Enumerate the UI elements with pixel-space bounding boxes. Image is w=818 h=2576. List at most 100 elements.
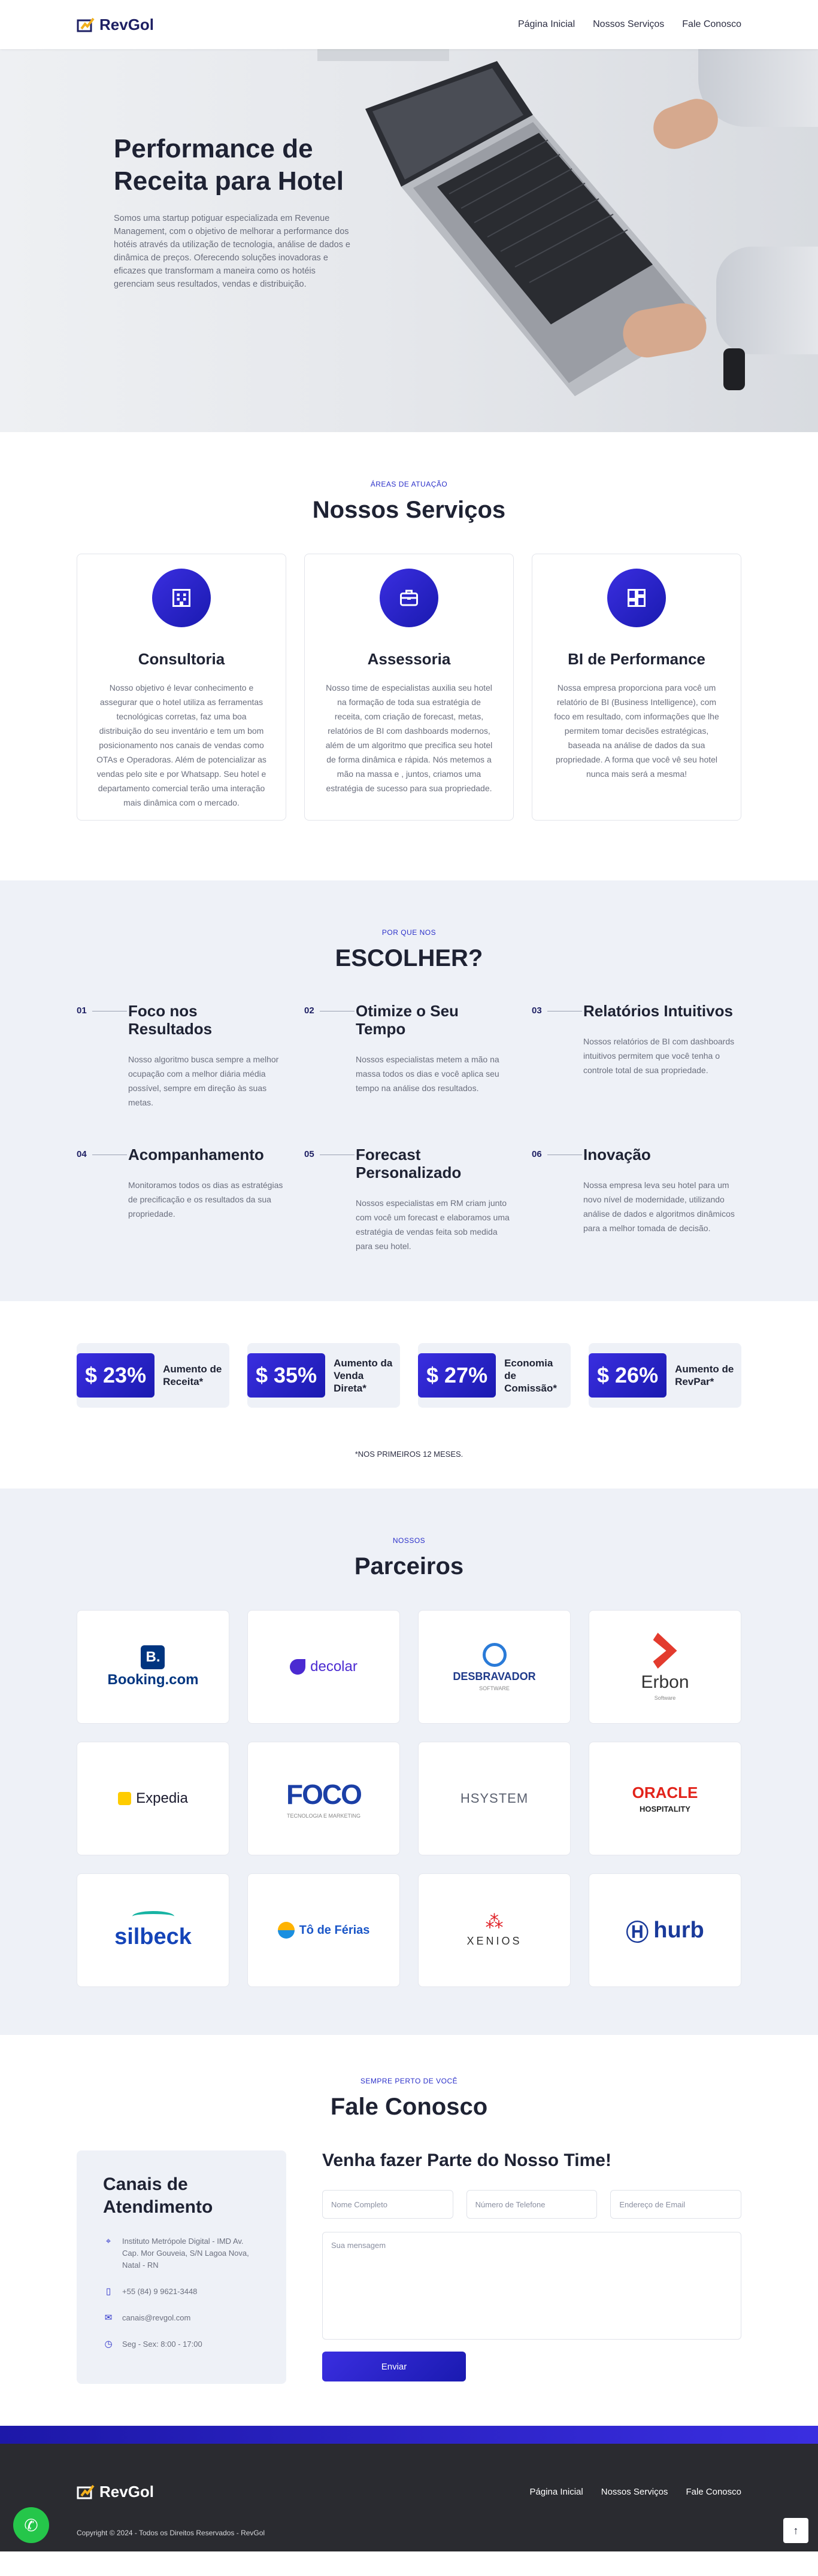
stats-section: $ 23% Aumento de Receita* $ 35% Aumento da… [0,1301,818,1489]
stat-label: Aumento de Receita* [163,1363,222,1387]
building-icon [152,569,211,627]
partner-name: HSYSTEM [460,1791,529,1806]
partner-name: XENIOS [466,1934,522,1947]
contact-channels: Canais de Atendimento ⌖ Instituto Metrópo… [77,2150,286,2384]
stat-card: $ 26% Aumento de RevPar* [589,1343,741,1408]
brand-logo[interactable]: RevGol [77,16,154,34]
partner-oracle[interactable]: ORACLE HOSPITALITY [589,1742,741,1855]
feature-text: Nossa empresa leva seu hotel para um nov… [583,1180,735,1233]
feature-title: Foco nos Resultados [128,1002,213,1038]
message-field[interactable]: Sua mensagem [322,2232,741,2340]
partner-foco[interactable]: FOCO TECNOLOGIA E MARKETING [247,1742,400,1855]
contact-eyebrow: SEMPRE PERTO DE VOCÊ [360,2077,458,2085]
footer-nav-home[interactable]: Página Inicial [530,2487,583,2497]
contact-title: Fale Conosco [330,2094,488,2120]
feature-number: 03 [532,1002,582,1110]
partners-section: NOSSOS Parceiros B. Booking.com decolar … [0,1489,818,2035]
why-section: POR QUE NOS ESCOLHER? 01 Foco nos Result… [0,880,818,1301]
partner-erbon[interactable]: Erbon Software [589,1610,741,1724]
service-text: Nossa empresa proporciona para você um r… [554,683,719,779]
logo-icon [77,17,95,32]
partner-hurb[interactable]: Ⓗ hurb [589,1873,741,1987]
stat-value: $ 35% [247,1353,326,1398]
partners-title: Parceiros [354,1553,464,1579]
hours-text: Seg - Sex: 8:00 - 17:00 [122,2340,202,2349]
contact-form: Venha fazer Parte do Nosso Time! Nome Co… [322,2150,741,2384]
stat-label: Aumento de RevPar* [675,1363,734,1387]
hurb-icon: Ⓗ [626,1920,649,1946]
address-text: Instituto Metrópole Digital - IMD Av. Ca… [122,2237,249,2270]
expedia-icon [118,1792,132,1805]
partner-decolar[interactable]: decolar [247,1610,400,1724]
partner-name: Expedia [136,1790,188,1806]
partner-expedia[interactable]: Expedia [77,1742,229,1855]
email-field[interactable]: Endereço de Email [610,2190,741,2219]
partner-todeferias[interactable]: Tô de Férias [247,1873,400,1987]
phone-text: +55 (84) 9 9621-3448 [122,2287,198,2296]
email-item[interactable]: ✉ canais@revgol.com [103,2312,260,2324]
partner-sub: TECNOLOGIA E MARKETING [286,1813,361,1819]
feature-text: Nossos especialistas metem a mão na mass… [356,1055,499,1093]
feature-title: Otimize o Seu Tempo [356,1002,459,1038]
stat-card: $ 35% Aumento da Venda Direta* [247,1343,400,1408]
feature-item: 04 Acompanhamento Monitoramos todos os di… [77,1146,286,1253]
partner-name: ORACLE [632,1784,698,1802]
phone-icon: ▯ [105,2286,111,2296]
arrow-up-icon: ↑ [793,2524,799,2536]
stat-value: $ 23% [77,1353,155,1398]
brand-name: RevGol [99,15,154,34]
hero-text: Somos uma startup potiguar especializada… [114,214,350,289]
services-section: ÁREAS DE ATUAÇÃO Nossos Serviços Consult… [0,432,818,880]
partner-xenios[interactable]: ⁂ XENIOS [418,1873,571,1987]
feature-title: Forecast Personalizado [356,1146,462,1181]
decolar-icon [290,1659,306,1675]
name-field[interactable]: Nome Completo [322,2190,453,2219]
feature-title: Inovação [583,1146,651,1164]
feature-number: 04 [77,1146,127,1253]
whatsapp-icon[interactable]: ✆ [13,2507,49,2543]
partner-hsystem[interactable]: HSYSTEM [418,1742,571,1855]
hero-title: Performance de Receita para Hotel [114,134,344,196]
feature-text: Nossos relatórios de BI com dashboards i… [583,1037,735,1075]
why-title: ESCOLHER? [335,945,483,971]
stat-card: $ 27% Economia de Comissão* [418,1343,571,1408]
partner-sub: SOFTWARE [479,1685,510,1691]
service-card-consultoria: Consultoria Nosso objetivo é levar conhe… [77,554,286,821]
partner-name: FOCO [286,1779,362,1810]
contact-section: SEMPRE PERTO DE VOCÊ Fale Conosco Canais… [0,2035,818,2426]
nav-services[interactable]: Nossos Serviços [593,19,664,30]
feature-item: 06 Inovação Nossa empresa leva seu hotel … [532,1146,741,1253]
feature-item: 03 Relatórios Intuitivos Nossos relatório… [532,1002,741,1110]
service-card-assessoria: Assessoria Nosso time de especialistas a… [304,554,514,821]
feature-number: 05 [304,1146,355,1253]
partners-eyebrow: NOSSOS [392,1536,426,1545]
why-eyebrow: POR QUE NOS [381,928,437,937]
briefcase-icon [380,569,438,627]
back-to-top-button[interactable]: ↑ [783,2518,808,2543]
erbon-icon [653,1633,677,1669]
hero-section: Performance de Receita para Hotel Somos … [0,49,818,432]
feature-item: 01 Foco nos Resultados Nosso algoritmo bu… [77,1002,286,1110]
partner-name: silbeck [114,1924,192,1949]
clock-icon: ◷ [104,2339,113,2349]
partner-booking[interactable]: B. Booking.com [77,1610,229,1724]
partner-name: Booking.com [107,1672,199,1688]
footer-logo[interactable]: RevGol [77,2483,154,2501]
service-title: Consultoria [138,650,225,668]
hero-watch [723,348,745,390]
nav-contact[interactable]: Fale Conosco [682,19,741,30]
hero-laptop-image [317,49,707,396]
stat-label: Aumento da Venda Direta* [334,1357,393,1394]
partner-desbravador[interactable]: DESBRAVADOR SOFTWARE [418,1610,571,1724]
feature-title: Acompanhamento [128,1146,264,1164]
footer-nav-services[interactable]: Nossos Serviços [601,2487,668,2497]
partner-silbeck[interactable]: silbeck [77,1873,229,1987]
footer-nav-contact[interactable]: Fale Conosco [686,2487,741,2497]
nav-home[interactable]: Página Inicial [518,19,575,30]
main-nav: Página Inicial Nossos Serviços Fale Cono… [518,19,741,30]
submit-button[interactable]: Enviar [322,2352,466,2381]
dashboard-icon [607,569,666,627]
phone-field[interactable]: Número de Telefone [466,2190,598,2219]
phone-item[interactable]: ▯ +55 (84) 9 9621-3448 [103,2286,260,2298]
partner-name: decolar [310,1658,358,1675]
